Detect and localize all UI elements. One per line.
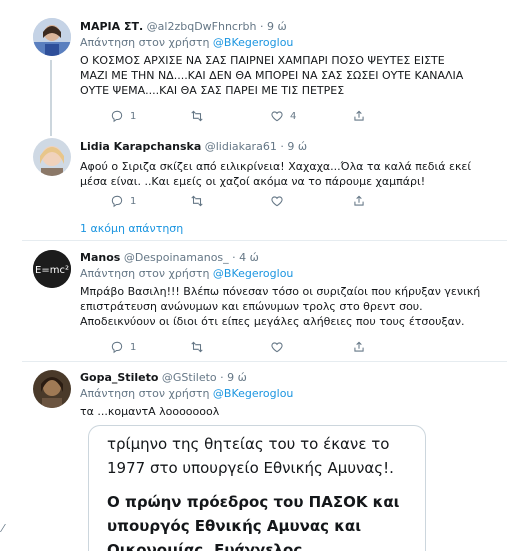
reply-feed: ΜΑΡΙΑ ΣΤ. @al2zbqDwFhncrbh · 9 ώ Απάντησ… (0, 0, 507, 551)
author-name[interactable]: Gopa_Stileto (80, 371, 158, 384)
tweet-actions: 1 4 (80, 108, 410, 124)
like-button[interactable] (270, 339, 290, 355)
retweet-icon (191, 341, 203, 353)
author-name[interactable]: ΜΑΡΙΑ ΣΤ. (80, 20, 143, 33)
like-icon (271, 196, 283, 207)
share-button[interactable] (352, 108, 366, 124)
article-heading: Ο πρώην πρόεδρος του ΠΑΣΟΚ και υπουργός … (107, 493, 400, 551)
show-more-replies-link[interactable]: 1 ακόμη απάντηση (80, 222, 183, 235)
share-button[interactable] (352, 193, 366, 209)
like-icon (271, 111, 283, 122)
tweet[interactable]: E=mc² Manos @Despoinamanos_ · 4 ώ Απάντη… (22, 241, 507, 360)
avatar[interactable] (33, 18, 71, 56)
retweet-icon (191, 110, 203, 122)
edge-mark: ⁄ (2, 522, 4, 535)
timestamp[interactable]: 4 ώ (239, 251, 259, 264)
like-icon (271, 342, 283, 353)
thread-line (50, 60, 52, 130)
author-handle[interactable]: @al2zbqDwFhncrbh (147, 20, 257, 33)
tweet-text: Αφού ο Σιριζα σκίζει από ειλικρίνεια! Χα… (80, 160, 472, 188)
share-icon (354, 110, 364, 121)
timestamp[interactable]: 9 ώ (267, 20, 287, 33)
tweet-text: τα ...κομαντΑ λοοοοοοολ (80, 405, 220, 418)
retweet-icon (191, 195, 203, 207)
reply-icon (111, 195, 123, 208)
like-button[interactable] (270, 193, 290, 209)
retweet-button[interactable] (190, 108, 210, 124)
author-handle[interactable]: @GStileto (162, 371, 217, 384)
timestamp[interactable]: 9 ώ (287, 140, 307, 153)
reply-context: Απάντηση στον χρήστη @BKegeroglou (80, 36, 294, 49)
tweet-text: Ο ΚΟΣΜΟΣ ΑΡΧΙΣΕ ΝΑ ΣΑΣ ΠΑΙΡΝΕΙ ΧΑΜΠΑΡΙ Π… (80, 54, 464, 97)
tweet-text: Μπράβο Βασιλη!!! Βλέπω πόνεσαν τόσο οι σ… (80, 285, 481, 328)
retweet-button[interactable] (190, 193, 210, 209)
share-icon (354, 195, 364, 206)
avatar-text: E=mc² (35, 265, 69, 276)
mention-link[interactable]: @BKegeroglou (213, 36, 293, 49)
article-text: τρίμηνο της θητείας του το έκανε το 1977… (107, 435, 394, 477)
author-name[interactable]: Manos (80, 251, 120, 264)
quoted-article-card[interactable]: τρίμηνο της θητείας του το έκανε το 1977… (88, 425, 426, 551)
author-name[interactable]: Lidia Karapchanska (80, 140, 201, 153)
author-handle[interactable]: @lidiakara61 (205, 140, 277, 153)
avatar[interactable] (33, 138, 71, 176)
reply-context: Απάντηση στον χρήστη @BKegeroglou (80, 387, 294, 400)
reply-icon (111, 341, 123, 354)
tweet[interactable]: Lidia Karapchanska @lidiakara61 · 9 ώ Αφ… (22, 128, 507, 218)
avatar[interactable]: E=mc² (33, 250, 71, 288)
share-button[interactable] (352, 339, 366, 355)
like-button[interactable]: 4 (270, 108, 296, 124)
author-handle[interactable]: @Despoinamanos_ (124, 251, 229, 264)
tweet-actions: 1 (80, 193, 410, 209)
reply-button[interactable]: 1 (110, 339, 136, 355)
avatar[interactable] (33, 370, 71, 408)
reply-icon (111, 110, 123, 123)
mention-link[interactable]: @BKegeroglou (213, 267, 293, 280)
tweet-actions: 1 (80, 339, 410, 355)
tweet[interactable]: ΜΑΡΙΑ ΣΤ. @al2zbqDwFhncrbh · 9 ώ Απάντησ… (22, 10, 507, 130)
thread-line (50, 128, 52, 136)
reply-context: Απάντηση στον χρήστη @BKegeroglou (80, 267, 294, 280)
timestamp[interactable]: 9 ώ (227, 371, 247, 384)
reply-button[interactable]: 1 (110, 193, 136, 209)
mention-link[interactable]: @BKegeroglou (213, 387, 293, 400)
retweet-button[interactable] (190, 339, 210, 355)
share-icon (354, 341, 364, 352)
reply-button[interactable]: 1 (110, 108, 136, 124)
